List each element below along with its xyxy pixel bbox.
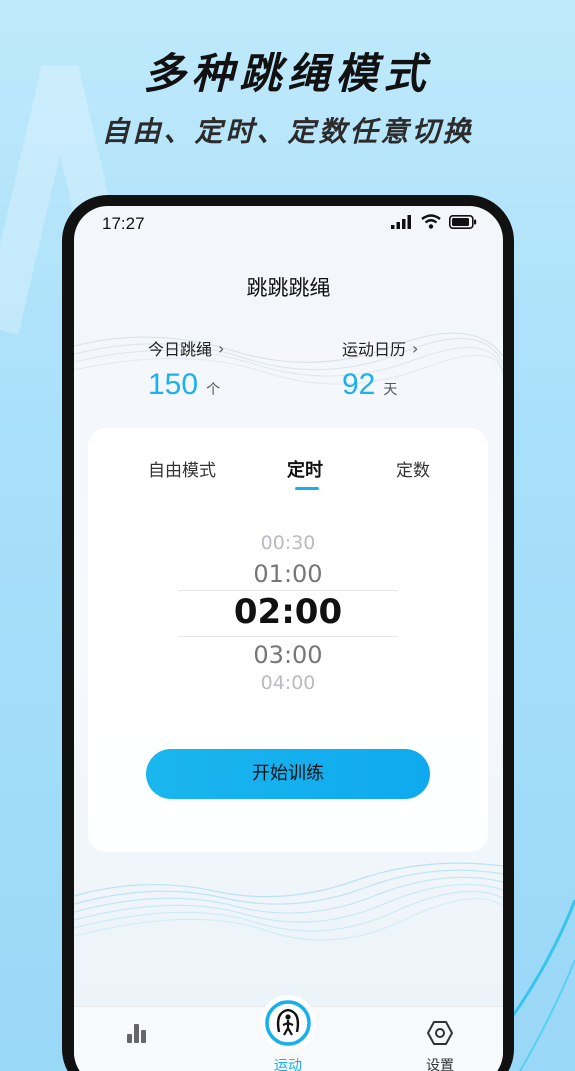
picker-option[interactable]: 01:00 — [88, 560, 488, 588]
jump-rope-icon — [265, 1000, 311, 1046]
header-waves — [74, 332, 503, 385]
bar-chart-icon — [127, 1024, 146, 1043]
mode-card: 自由模式 定时 定数 00:30 01:00 02:00 03:00 04:00… — [88, 428, 488, 852]
tab-free-mode[interactable]: 自由模式 — [148, 456, 216, 481]
picker-divider — [178, 636, 398, 637]
promo-headline: 多种跳绳模式 — [143, 49, 432, 98]
exercise-calendar-stat[interactable]: 运动日历 › 92 天 — [342, 336, 418, 402]
promo-subline: 自由、定时、定数任意切换 — [101, 115, 474, 148]
time-picker[interactable]: 00:30 01:00 02:00 03:00 04:00 — [88, 528, 488, 698]
tab-count[interactable]: 定数 — [396, 456, 430, 481]
signal-icon — [391, 214, 411, 229]
wifi-icon — [421, 214, 441, 229]
tab-exercise-label-wrap: 运动 — [260, 1051, 316, 1071]
active-tab-indicator — [295, 487, 319, 490]
exercise-days-value: 92 — [342, 368, 376, 401]
tab-settings[interactable]: 设置 — [418, 1019, 462, 1071]
picker-option[interactable]: 00:30 — [88, 532, 488, 554]
picker-divider — [178, 590, 398, 591]
today-jumps-stat[interactable]: 今日跳绳 › 150 个 — [148, 336, 224, 402]
chevron-right-icon: › — [412, 338, 419, 358]
start-training-button[interactable]: 开始训练 — [146, 749, 430, 799]
chevron-right-icon: › — [218, 338, 225, 358]
tab-exercise-label: 运动 — [274, 1058, 302, 1071]
bottom-waves — [74, 862, 503, 941]
phone-screen: 17:27 跳跳跳绳 今日跳绳 › 150 个 运动日历 › 92 天 自由模式… — [74, 206, 503, 1071]
picker-selected-option[interactable]: 02:00 — [88, 592, 488, 632]
today-jumps-value: 150 — [148, 368, 199, 401]
picker-option[interactable]: 03:00 — [88, 641, 488, 669]
mode-tabs: 自由模式 定时 定数 — [88, 456, 488, 496]
today-jumps-unit: 个 — [206, 382, 221, 398]
bottom-tab-bar: 运动 设置 — [74, 995, 503, 1071]
battery-icon — [449, 214, 477, 229]
settings-hexagon-icon — [427, 1021, 453, 1045]
status-time: 17:27 — [102, 214, 145, 233]
tab-stats[interactable] — [124, 1021, 148, 1049]
exercise-days-unit: 天 — [383, 382, 398, 398]
tab-settings-label: 设置 — [426, 1058, 454, 1071]
tab-exercise[interactable] — [260, 995, 316, 1051]
today-jumps-label: 今日跳绳 — [148, 340, 213, 359]
exercise-calendar-label: 运动日历 — [342, 340, 407, 359]
status-bar: 17:27 — [74, 206, 503, 240]
picker-option[interactable]: 04:00 — [88, 672, 488, 694]
tab-timed[interactable]: 定时 — [287, 456, 323, 482]
app-title: 跳跳跳绳 — [246, 276, 331, 300]
